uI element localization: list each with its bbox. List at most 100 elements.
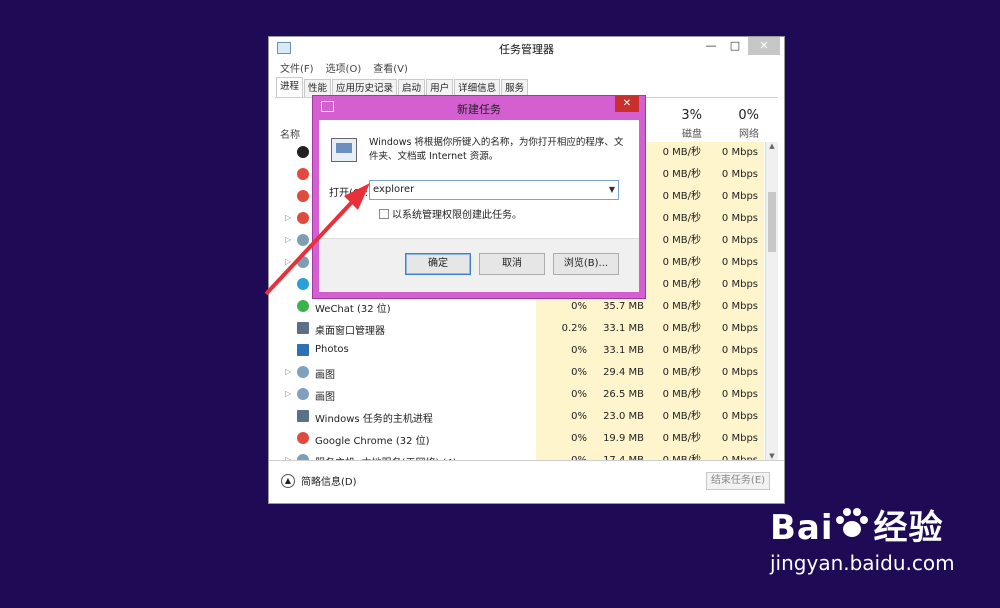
dialog-close-button[interactable]: ✕ bbox=[615, 96, 639, 112]
window-icon bbox=[297, 410, 309, 422]
cpu-cell: 0% bbox=[536, 384, 593, 406]
table-row[interactable]: ▷ 画图 0% 29.4 MB 0 MB/秒 0 Mbps bbox=[275, 362, 778, 384]
qq-icon bbox=[297, 146, 309, 158]
run-icon bbox=[331, 138, 357, 162]
disk-cell: 0 MB/秒 bbox=[650, 186, 707, 208]
scroll-up-icon[interactable]: ▲ bbox=[766, 142, 778, 150]
memory-cell: 19.9 MB bbox=[593, 428, 650, 450]
table-row[interactable]: 桌面窗口管理器 0.2% 33.1 MB 0 MB/秒 0 Mbps bbox=[275, 318, 778, 340]
network-label: 网络 bbox=[739, 129, 759, 140]
disk-cell: 0 MB/秒 bbox=[650, 296, 707, 318]
menu-options[interactable]: 选项(O) bbox=[326, 60, 362, 75]
table-row[interactable]: Photos 0% 33.1 MB 0 MB/秒 0 Mbps bbox=[275, 340, 778, 362]
disk-cell: 0 MB/秒 bbox=[650, 274, 707, 296]
dialog-title-bar[interactable]: 新建任务 ✕ bbox=[313, 96, 645, 118]
globe-icon bbox=[297, 278, 309, 290]
network-cell: 0 Mbps bbox=[707, 142, 764, 164]
memory-cell: 23.0 MB bbox=[593, 406, 650, 428]
column-header-name[interactable]: 名称 bbox=[280, 126, 300, 141]
memory-cell: 26.5 MB bbox=[593, 384, 650, 406]
disk-cell: 0 MB/秒 bbox=[650, 142, 707, 164]
service-icon bbox=[297, 234, 309, 246]
process-name: 画图 bbox=[315, 370, 335, 381]
process-name: 桌面窗口管理器 bbox=[315, 326, 385, 337]
close-button[interactable]: ✕ bbox=[748, 37, 780, 55]
watermark-logo: Bai 经验 bbox=[770, 500, 955, 549]
vertical-scrollbar[interactable]: ▲ ▼ bbox=[765, 142, 778, 460]
disk-cell: 0 MB/秒 bbox=[650, 428, 707, 450]
memory-cell: 33.1 MB bbox=[593, 340, 650, 362]
ok-button[interactable]: 确定 bbox=[405, 253, 471, 275]
network-cell: 0 Mbps bbox=[707, 362, 764, 384]
disk-cell: 0 MB/秒 bbox=[650, 252, 707, 274]
memory-cell: 33.1 MB bbox=[593, 318, 650, 340]
browse-button[interactable]: 浏览(B)... bbox=[553, 253, 619, 275]
table-row[interactable]: ▷ 画图 0% 26.5 MB 0 MB/秒 0 Mbps bbox=[275, 384, 778, 406]
cancel-button[interactable]: 取消 bbox=[479, 253, 545, 275]
open-combobox[interactable]: explorer ▼ bbox=[369, 180, 619, 200]
cpu-cell: 0% bbox=[536, 362, 593, 384]
open-input-value[interactable]: explorer bbox=[373, 184, 414, 195]
minimize-button[interactable]: — bbox=[698, 37, 724, 55]
chevron-down-icon[interactable]: ▼ bbox=[609, 181, 615, 199]
network-total: 0% bbox=[738, 108, 759, 123]
network-cell: 0 Mbps bbox=[707, 274, 764, 296]
title-bar[interactable]: 任务管理器 — □ ✕ bbox=[269, 37, 784, 59]
disk-cell: 0 MB/秒 bbox=[650, 340, 707, 362]
expand-icon[interactable]: ▷ bbox=[285, 389, 291, 398]
network-cell: 0 Mbps bbox=[707, 318, 764, 340]
menu-file[interactable]: 文件(F) bbox=[280, 60, 314, 75]
fewer-details-button[interactable]: ▲ 简略信息(D) bbox=[281, 473, 357, 488]
disk-cell: 0 MB/秒 bbox=[650, 230, 707, 252]
open-label: 打开(O): bbox=[329, 188, 369, 199]
table-row[interactable]: WeChat (32 位) 0% 35.7 MB 0 MB/秒 0 Mbps bbox=[275, 296, 778, 318]
network-cell: 0 Mbps bbox=[707, 252, 764, 274]
end-task-button[interactable]: 结束任务(E) bbox=[706, 472, 770, 490]
watermark-logo-left: Bai bbox=[770, 508, 834, 548]
memory-cell: 29.4 MB bbox=[593, 362, 650, 384]
disk-cell: 0 MB/秒 bbox=[650, 362, 707, 384]
chrome-icon bbox=[297, 190, 309, 202]
maximize-button[interactable]: □ bbox=[722, 37, 748, 55]
network-cell: 0 Mbps bbox=[707, 164, 764, 186]
table-row[interactable]: Windows 任务的主机进程 0% 23.0 MB 0 MB/秒 0 Mbps bbox=[275, 406, 778, 428]
service-icon bbox=[297, 256, 309, 268]
scroll-thumb[interactable] bbox=[768, 192, 776, 252]
admin-checkbox[interactable]: 以系统管理权限创建此任务。 bbox=[379, 206, 522, 221]
expand-icon[interactable]: ▷ bbox=[285, 213, 291, 222]
network-cell: 0 Mbps bbox=[707, 384, 764, 406]
footer: ▲ 简略信息(D) 结束任务(E) bbox=[269, 460, 784, 503]
chrome-icon bbox=[297, 168, 309, 180]
watermark-url: jingyan.baidu.com bbox=[770, 551, 955, 575]
column-header-disk[interactable]: 3% 磁盘 bbox=[650, 108, 702, 140]
expand-icon[interactable]: ▷ bbox=[285, 257, 291, 266]
checkbox-box[interactable] bbox=[379, 208, 389, 219]
menu-bar: 文件(F) 选项(O) 查看(V) bbox=[269, 59, 784, 75]
process-name: Windows 任务的主机进程 bbox=[315, 414, 433, 425]
photos-icon bbox=[297, 344, 309, 356]
expand-icon[interactable]: ▷ bbox=[285, 235, 291, 244]
menu-view[interactable]: 查看(V) bbox=[373, 60, 408, 75]
cpu-cell: 0% bbox=[536, 340, 593, 362]
process-name: Photos bbox=[315, 344, 349, 355]
network-cell: 0 Mbps bbox=[707, 340, 764, 362]
disk-label: 磁盘 bbox=[682, 129, 702, 140]
chrome-icon bbox=[297, 432, 309, 444]
paint-icon bbox=[297, 366, 309, 378]
admin-checkbox-label: 以系统管理权限创建此任务。 bbox=[392, 210, 522, 221]
paw-icon bbox=[834, 507, 874, 548]
expand-icon[interactable]: ▷ bbox=[285, 367, 291, 376]
baidu-watermark: Bai 经验 jingyan.baidu.com bbox=[770, 500, 955, 575]
process-name: Google Chrome (32 位) bbox=[315, 436, 430, 447]
process-name: WeChat (32 位) bbox=[315, 304, 391, 315]
tab-processes[interactable]: 进程 bbox=[276, 77, 304, 97]
table-row[interactable]: Google Chrome (32 位) 0% 19.9 MB 0 MB/秒 0 Mbp… bbox=[275, 428, 778, 450]
watermark-logo-right: 经验 bbox=[873, 508, 944, 548]
cpu-cell: 0% bbox=[536, 296, 593, 318]
chevron-up-icon: ▲ bbox=[281, 473, 295, 488]
column-header-network[interactable]: 0% 网络 bbox=[707, 108, 759, 140]
scroll-down-icon[interactable]: ▼ bbox=[766, 452, 778, 460]
dialog-content: Windows 将根据你所键入的名称，为你打开相应的程序、文件夹、文档或 Int… bbox=[319, 120, 639, 292]
chrome-icon bbox=[297, 212, 309, 224]
dialog-description: Windows 将根据你所键入的名称，为你打开相应的程序、文件夹、文档或 Int… bbox=[369, 137, 624, 162]
